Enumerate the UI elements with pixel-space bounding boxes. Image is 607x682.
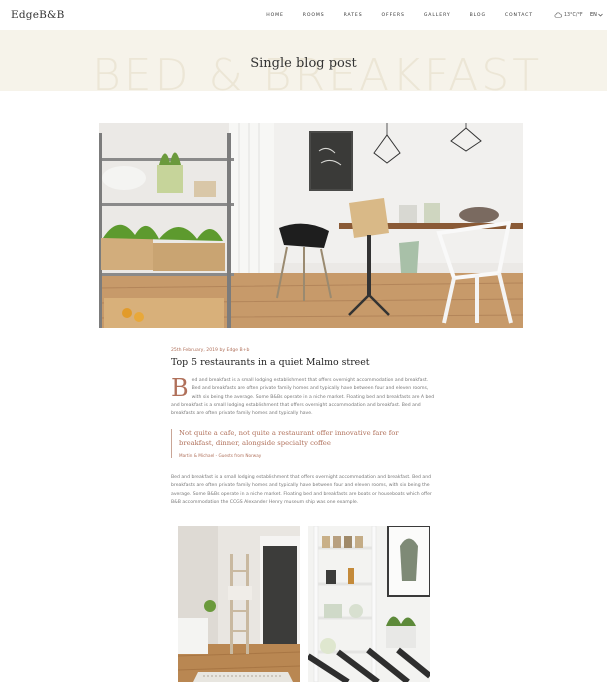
- blog-post: 25th February, 2019 by Edge B+b Top 5 re…: [171, 348, 435, 505]
- post-paragraph-2: Bed and breakfast is a small lodging est…: [171, 475, 432, 505]
- weather-widget[interactable]: 13°C/°F: [554, 12, 583, 18]
- post-paragraph-1: B ed and breakfast is a small lodging es…: [171, 374, 435, 418]
- nav-blog[interactable]: BLOG: [470, 13, 486, 18]
- nav-rooms[interactable]: ROOMS: [303, 13, 325, 18]
- nav-contact[interactable]: CONTACT: [505, 13, 533, 18]
- post-meta[interactable]: 25th February, 2019 by Edge B+b: [171, 348, 435, 353]
- hero-image: [99, 123, 523, 328]
- page-title: Single blog post: [250, 56, 357, 71]
- top-navigation-bar: EdgeB&B HOME ROOMS RATES OFFERS GALLERY …: [0, 0, 607, 30]
- page-title-band: BED & BREAKFAST Single blog post: [0, 30, 607, 91]
- nav-gallery[interactable]: GALLERY: [424, 13, 451, 18]
- nav-rates[interactable]: RATES: [344, 13, 363, 18]
- language-selector[interactable]: EN: [590, 12, 603, 18]
- drop-cap: B: [171, 374, 189, 402]
- cloud-icon: [554, 12, 562, 18]
- chevron-down-icon: [598, 13, 603, 17]
- post-title: Top 5 restaurants in a quiet Malmo stree…: [171, 357, 370, 368]
- nav-home[interactable]: HOME: [266, 13, 284, 18]
- main-menu: HOME ROOMS RATES OFFERS GALLERY BLOG CON…: [247, 13, 533, 18]
- quote-text: Not quite a cafe, not quite a restaurant…: [179, 429, 399, 447]
- paragraph-1-text: ed and breakfast is a small lodging esta…: [171, 378, 435, 417]
- language-label: EN: [590, 12, 597, 18]
- weather-temperature: 13°C/°F: [564, 12, 583, 18]
- nav-offers[interactable]: OFFERS: [382, 13, 405, 18]
- blockquote: Not quite a cafe, not quite a restaurant…: [171, 429, 435, 459]
- site-logo[interactable]: EdgeB&B: [11, 9, 65, 21]
- interior-photo-right: [308, 526, 430, 682]
- quote-author: Martin & Michael - Guests from Norway: [179, 453, 262, 459]
- interior-photo-left: [178, 526, 300, 682]
